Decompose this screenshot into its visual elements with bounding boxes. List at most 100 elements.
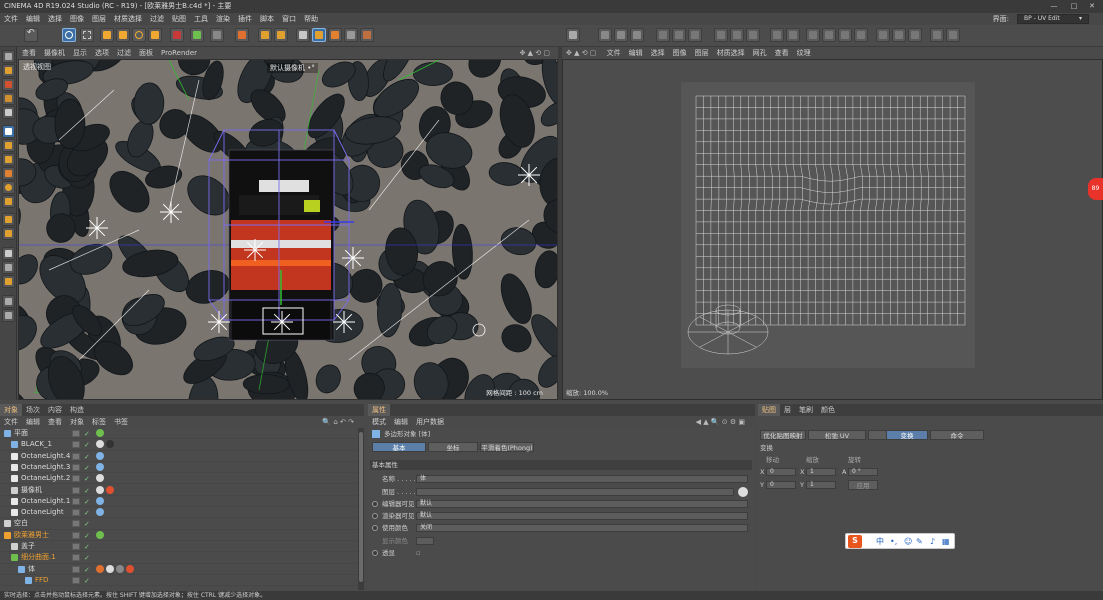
material-tag-icon[interactable] (116, 564, 124, 573)
texture-mode[interactable] (296, 28, 310, 42)
uv-editor-canvas[interactable]: 缩放: 100.0% (562, 59, 1103, 400)
material-tag-icon[interactable] (96, 564, 104, 573)
active-camera-label[interactable]: 默认摄像机 •° (267, 63, 318, 73)
object-name[interactable]: OctaneLight.2 (21, 473, 70, 484)
object-row[interactable]: 体 ✓ (0, 564, 358, 575)
tab-uv-mapping[interactable]: 贴图 (758, 404, 780, 416)
smudge-tool[interactable] (2, 195, 15, 208)
menu-layer[interactable]: 图层 (88, 13, 110, 25)
object-row[interactable]: 空白 ✓ (0, 518, 358, 530)
xray-checkbox[interactable]: ▫ (416, 549, 421, 557)
uv-tool-12[interactable] (786, 28, 800, 42)
menu-render[interactable]: 渲染 (212, 13, 234, 25)
viewport-menu-filter[interactable]: 过滤 (113, 47, 135, 59)
use-color-select[interactable]: 关闭 (416, 524, 748, 532)
attr-menu-userdata[interactable]: 用户数据 (412, 416, 448, 428)
tab-content-browser[interactable]: 内容 (44, 404, 66, 416)
menu-edit[interactable]: 编辑 (22, 13, 44, 25)
ime-mic-icon[interactable]: ♪ (930, 536, 935, 547)
visibility-toggle[interactable] (72, 520, 80, 528)
uv-tool-15[interactable] (838, 28, 852, 42)
make-editable-tool[interactable] (2, 50, 15, 63)
xray-radio[interactable] (372, 550, 378, 556)
close-button[interactable]: ✕ (1083, 0, 1101, 13)
rect-select-tool[interactable] (80, 28, 94, 42)
subtab-phong[interactable]: 平滑着色(Phong) (480, 442, 534, 452)
mirror-tool[interactable] (2, 227, 15, 240)
minimize-button[interactable]: — (1045, 0, 1063, 13)
uv-tool-17[interactable] (876, 28, 890, 42)
tab-uv-brush[interactable]: 笔刷 (795, 404, 817, 416)
eyedropper-tool[interactable] (2, 247, 15, 260)
uv-tool-16[interactable] (854, 28, 868, 42)
object-name[interactable]: 空白 (14, 518, 28, 529)
object-row[interactable]: 摄像机 ✓ (0, 485, 358, 496)
object-row[interactable]: OctaneLight.1 ✓ (0, 496, 358, 508)
uv-tool-13[interactable] (806, 28, 820, 42)
relax-uv-button[interactable]: 松弛 UV (808, 430, 866, 440)
move-x-input[interactable]: 0 (766, 468, 796, 476)
subtab-basic[interactable]: 基本 (372, 442, 426, 452)
uv-tool-18[interactable] (892, 28, 906, 42)
material-tag-icon[interactable] (96, 429, 104, 437)
tab-objects[interactable]: 对象 (0, 404, 22, 416)
visibility-toggle[interactable] (72, 554, 80, 562)
coordinate-system[interactable] (210, 28, 224, 42)
attr-nav-icons[interactable]: ◀ ▲ 🔍 ⊙ ⚙ ▣ (692, 416, 749, 428)
snap-tool[interactable] (2, 213, 15, 226)
object-row[interactable]: BLACK_1 ✓ (0, 439, 358, 451)
material-tag-icon[interactable] (106, 564, 114, 573)
object-row[interactable]: OctaneLight.3 ✓ (0, 462, 358, 474)
scale-x-input[interactable]: 1 (806, 468, 836, 476)
menu-window[interactable]: 窗口 (278, 13, 300, 25)
recent-tool[interactable] (148, 28, 162, 42)
undo-button[interactable]: ↶ (24, 28, 38, 42)
move-tool[interactable] (100, 28, 114, 42)
menu-filter[interactable]: 过滤 (146, 13, 168, 25)
visibility-toggle[interactable] (72, 497, 80, 505)
subtab-coordinates[interactable]: 坐标 (428, 442, 478, 452)
y-axis-lock[interactable] (190, 28, 204, 42)
menu-script[interactable]: 脚本 (256, 13, 278, 25)
live-select-tool[interactable] (62, 28, 76, 42)
uv-tool-14[interactable] (822, 28, 836, 42)
scale-tool[interactable] (116, 28, 130, 42)
object-name[interactable]: 欧莱雅男士 (14, 530, 49, 541)
name-input[interactable]: 体 (416, 475, 748, 483)
drop-tool[interactable] (2, 181, 15, 194)
layer-picker-icon[interactable] (738, 487, 748, 497)
menu-select[interactable]: 选择 (44, 13, 66, 25)
paint-brush-tool[interactable] (2, 125, 15, 138)
uv-tool-9[interactable] (730, 28, 744, 42)
object-name[interactable]: BLACK_1 (21, 439, 52, 450)
object-name[interactable]: 细分曲面.1 (21, 552, 56, 563)
material-tag-icon[interactable] (96, 462, 104, 471)
visibility-toggle[interactable] (72, 463, 80, 471)
visibility-toggle[interactable] (72, 531, 80, 539)
material-tag-icon[interactable] (96, 440, 104, 449)
uv-tool-10[interactable] (746, 28, 760, 42)
commands-button[interactable]: 命令 (930, 430, 984, 440)
material-tag-icon[interactable] (96, 474, 104, 483)
viewport-menu-panel[interactable]: 面板 (135, 47, 157, 59)
ime-emoji-icon[interactable]: ☺ (904, 536, 912, 547)
grid-tool[interactable] (2, 275, 15, 288)
object-row[interactable]: OctaneLight.2 ✓ (0, 473, 358, 485)
object-name[interactable]: OctaneLight (21, 507, 64, 518)
perspective-viewport[interactable]: 透视视图 默认摄像机 •° 网格间距 : 100 cm ⊥ (18, 59, 558, 400)
viewport-menu-camera[interactable]: 摄像机 (40, 47, 69, 59)
material-tag-icon[interactable] (126, 564, 134, 573)
menu-material-select[interactable]: 材质选择 (110, 13, 146, 25)
scroll-thumb[interactable] (359, 432, 363, 582)
uv-menu-material-select[interactable]: 材质选择 (713, 47, 749, 59)
extra-tool[interactable] (2, 309, 15, 322)
cube-mode-4[interactable] (360, 28, 374, 42)
visibility-toggle[interactable] (72, 452, 80, 460)
visibility-toggle[interactable] (72, 576, 80, 584)
maximize-button[interactable]: □ (1065, 0, 1083, 13)
optimal-mapping-button[interactable]: 优化贴图映射 (760, 430, 806, 440)
menu-file[interactable]: 文件 (0, 13, 22, 25)
render-region[interactable] (235, 28, 249, 42)
editor-visible-radio[interactable] (372, 501, 378, 507)
material-tag-icon[interactable] (96, 496, 104, 505)
